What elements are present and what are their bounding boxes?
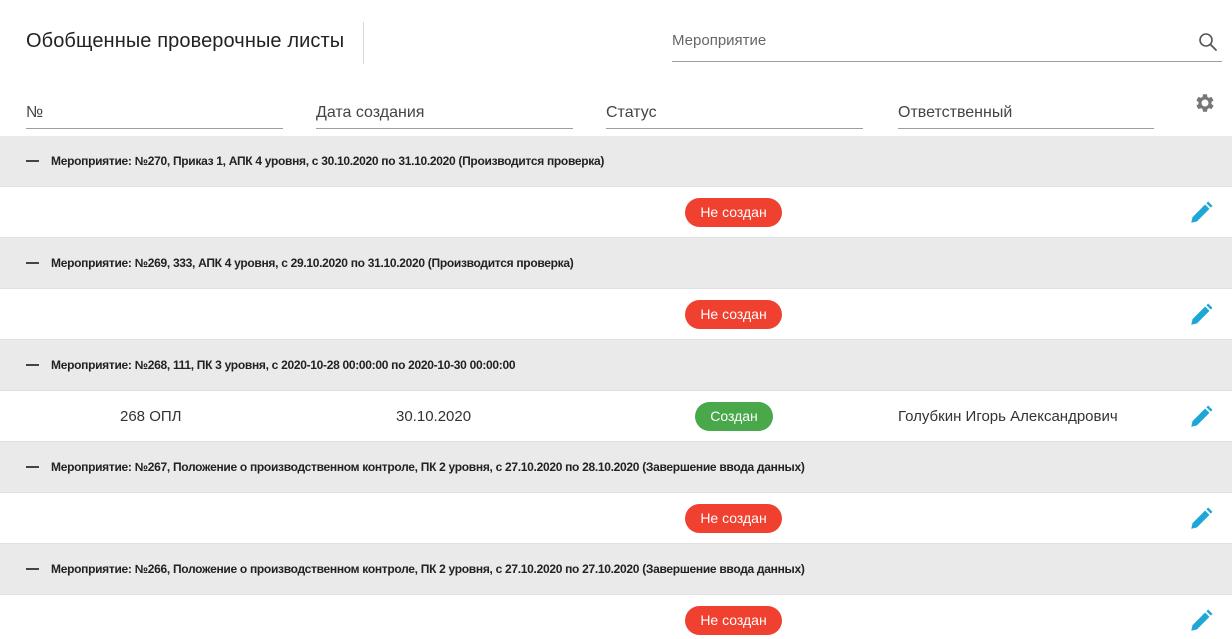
event-group-header[interactable]: Мероприятие: №266, Положение о производс…	[0, 544, 1232, 595]
title-divider	[363, 22, 364, 64]
event-group-header[interactable]: Мероприятие: №270, Приказ 1, АПК 4 уровн…	[0, 136, 1232, 187]
column-header-status[interactable]: Статус	[606, 92, 863, 129]
search-icon[interactable]	[1198, 32, 1218, 52]
pencil-icon[interactable]	[1188, 302, 1214, 328]
status-badge: Не создан	[685, 606, 782, 635]
table-row[interactable]: Не создан	[0, 595, 1232, 639]
event-group-text: Мероприятие: №270, Приказ 1, АПК 4 уровн…	[51, 154, 604, 168]
cell-responsible: Голубкин Игорь Александрович	[898, 408, 1118, 425]
collapse-icon[interactable]	[26, 262, 39, 264]
search-input[interactable]	[672, 32, 1172, 49]
event-group-text: Мероприятие: №266, Положение о производс…	[51, 562, 805, 576]
pencil-icon[interactable]	[1188, 608, 1214, 634]
column-header-number[interactable]: №	[26, 92, 283, 129]
event-group-description: №269, 333, АПК 4 уровня, с 29.10.2020 по…	[134, 256, 574, 270]
event-group-label: Мероприятие:	[51, 460, 132, 474]
status-badge: Создан	[695, 402, 773, 431]
cell-number: 268 ОПЛ	[120, 408, 182, 425]
column-header-responsible[interactable]: Ответственный	[898, 92, 1154, 129]
event-group-text: Мероприятие: №267, Положение о производс…	[51, 460, 805, 474]
event-group-description: №267, Положение о производственном контр…	[134, 460, 805, 474]
search-field[interactable]	[672, 26, 1222, 62]
event-group-label: Мероприятие:	[51, 358, 132, 372]
event-group-text: Мероприятие: №269, 333, АПК 4 уровня, с …	[51, 256, 574, 270]
status-badge: Не создан	[685, 198, 782, 227]
events-list: Мероприятие: №270, Приказ 1, АПК 4 уровн…	[0, 136, 1232, 639]
table-row[interactable]: Не создан	[0, 493, 1232, 544]
pencil-icon[interactable]	[1188, 404, 1214, 430]
event-group-label: Мероприятие:	[51, 154, 132, 168]
gear-icon[interactable]	[1193, 91, 1217, 115]
collapse-icon[interactable]	[26, 568, 39, 570]
event-group-header[interactable]: Мероприятие: №268, 111, ПК 3 уровня, с 2…	[0, 340, 1232, 391]
event-group-label: Мероприятие:	[51, 256, 132, 270]
status-badge: Не создан	[685, 504, 782, 533]
pencil-icon[interactable]	[1188, 506, 1214, 532]
event-group-label: Мероприятие:	[51, 562, 132, 576]
event-group-description: №268, 111, ПК 3 уровня, с 2020-10-28 00:…	[134, 358, 516, 372]
status-badge: Не создан	[685, 300, 782, 329]
table-row[interactable]: Не создан	[0, 289, 1232, 340]
collapse-icon[interactable]	[26, 160, 39, 162]
cell-date: 30.10.2020	[396, 408, 472, 425]
event-group-header[interactable]: Мероприятие: №269, 333, АПК 4 уровня, с …	[0, 238, 1232, 289]
column-header-date[interactable]: Дата создания	[316, 92, 573, 129]
collapse-icon[interactable]	[26, 364, 39, 366]
event-group-description: №266, Положение о производственном контр…	[134, 562, 805, 576]
top-bar: Обобщенные проверочные листы	[0, 0, 1232, 78]
pencil-icon[interactable]	[1188, 200, 1214, 226]
page-title: Обобщенные проверочные листы	[26, 30, 345, 52]
table-row[interactable]: Не создан	[0, 187, 1232, 238]
event-group-text: Мероприятие: №268, 111, ПК 3 уровня, с 2…	[51, 358, 516, 372]
table-row[interactable]: 268 ОПЛ 30.10.2020 Создан Голубкин Игорь…	[0, 391, 1232, 442]
event-group-header[interactable]: Мероприятие: №267, Положение о производс…	[0, 442, 1232, 493]
collapse-icon[interactable]	[26, 466, 39, 468]
event-group-description: №270, Приказ 1, АПК 4 уровня, с 30.10.20…	[134, 154, 605, 168]
